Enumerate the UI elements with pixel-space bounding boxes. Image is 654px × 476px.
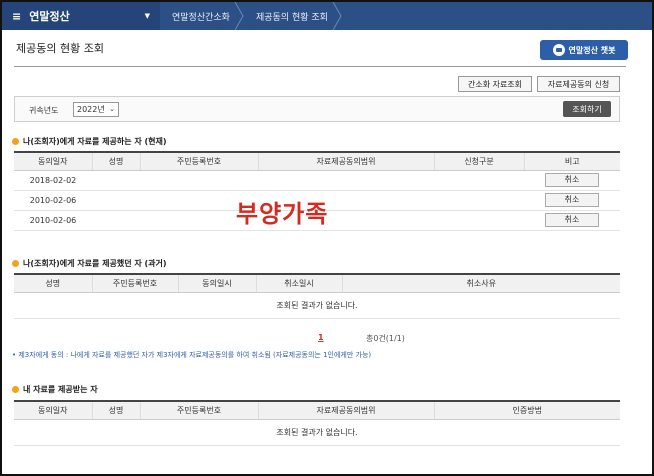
section-past-title: 나(조회자)에게 자료를 제공했던 자 (과거) (12, 258, 167, 269)
col-header: 동의일시 (178, 274, 257, 293)
title-divider (14, 66, 626, 67)
section-recipients-title: 내 자료를 제공받는 자 (12, 384, 98, 395)
col-header: 주민등록번호 (92, 274, 179, 293)
col-header: 신청구분 (434, 152, 525, 171)
col-header: 동의일자 (14, 401, 93, 420)
bullet-icon (12, 138, 19, 145)
empty-message: 조회된 결과가 없습니다. (14, 419, 620, 446)
filter-bar: 귀속년도 2022년 ⌄ 조회하기 (14, 96, 620, 122)
page-title: 제공동의 현황 조회 (16, 42, 104, 55)
bullet-icon (12, 260, 19, 267)
bullet-icon (12, 386, 19, 393)
breadcrumb-label: 연말정산간소화 (172, 12, 230, 23)
menu-icon: ≡ (12, 9, 22, 23)
third-party-note: • 제3자에게 동의 : 나에게 자료를 제공했던 자가 제3자에게 자료제공동… (12, 351, 372, 359)
consent-date: 2010-02-06 (14, 210, 92, 231)
cancel-button[interactable]: 취소 (545, 213, 599, 227)
consent-date: 2010-02-06 (14, 190, 92, 211)
table-row: 2018-02-02 취소 (14, 170, 620, 191)
col-header: 주민등록번호 (140, 152, 259, 171)
consent-date: 2018-02-02 (14, 170, 92, 191)
menu-dropdown[interactable]: ≡ 연말정산 ▼ (2, 2, 160, 30)
cancel-button[interactable]: 취소 (545, 173, 599, 187)
breadcrumb-consent-status[interactable]: 제공동의 현황 조회 (244, 2, 342, 30)
past-providers-table: 성명 주민등록번호 동의일시 취소일시 취소사유 조회된 결과가 없습니다. (14, 273, 620, 319)
breadcrumb-simple-service[interactable]: 연말정산간소화 (160, 2, 244, 30)
col-header: 동의일자 (14, 152, 93, 171)
year-label: 귀속년도 (29, 106, 59, 115)
chatbot-label: 연말정산 챗봇 (568, 45, 616, 55)
chevron-right-icon (332, 2, 342, 30)
col-header: 자료제공동의범위 (258, 401, 435, 420)
top-nav: ≡ 연말정산 ▼ 연말정산간소화 제공동의 현황 조회 (2, 2, 652, 30)
col-header: 성명 (92, 152, 141, 171)
section-title-text: 나(조회자)에게 자료를 제공하는 자 (현재) (23, 137, 167, 146)
dependents-overlay-text: 부양가족 (236, 200, 329, 228)
col-header: 자료제공동의범위 (258, 152, 435, 171)
section-title-text: 내 자료를 제공받는 자 (23, 385, 98, 394)
col-header: 주민등록번호 (140, 401, 259, 420)
section-current-title: 나(조회자)에게 자료를 제공하는 자 (현재) (12, 136, 167, 147)
search-button[interactable]: 조회하기 (563, 101, 611, 117)
col-header: 성명 (14, 274, 93, 293)
menu-title: 연말정산 (29, 10, 70, 23)
chevron-right-icon (234, 2, 244, 30)
page-number[interactable]: 1 (318, 333, 324, 342)
cancel-button[interactable]: 취소 (545, 193, 599, 207)
breadcrumb-label: 제공동의 현황 조회 (255, 12, 328, 23)
chatbot-button[interactable]: 연말정산 챗봇 (540, 40, 628, 60)
chevron-down-icon: ⌄ (109, 105, 115, 113)
col-header: 취소사유 (342, 274, 620, 293)
col-header: 취소일시 (256, 274, 343, 293)
empty-row: 조회된 결과가 없습니다. (14, 419, 620, 446)
page-total: 총0건(1/1) (366, 334, 405, 343)
col-header: 성명 (92, 401, 141, 420)
year-value: 2022년 (77, 105, 105, 114)
col-header: 비고 (524, 152, 620, 171)
consent-request-button[interactable]: 자료제공동의 신청 (537, 76, 620, 92)
col-header: 인증방법 (434, 401, 620, 420)
caret-down-icon: ▼ (144, 12, 150, 20)
chatbot-icon (552, 44, 565, 56)
simple-data-button[interactable]: 간소화 자료조회 (458, 76, 532, 92)
empty-message: 조회된 결과가 없습니다. (14, 292, 620, 319)
section-title-text: 나(조회자)에게 자료를 제공했던 자 (과거) (23, 259, 167, 268)
empty-row: 조회된 결과가 없습니다. (14, 292, 620, 319)
year-select[interactable]: 2022년 ⌄ (73, 102, 119, 117)
recipients-table: 동의일자 성명 주민등록번호 자료제공동의범위 인증방법 조회된 결과가 없습니… (14, 400, 620, 446)
